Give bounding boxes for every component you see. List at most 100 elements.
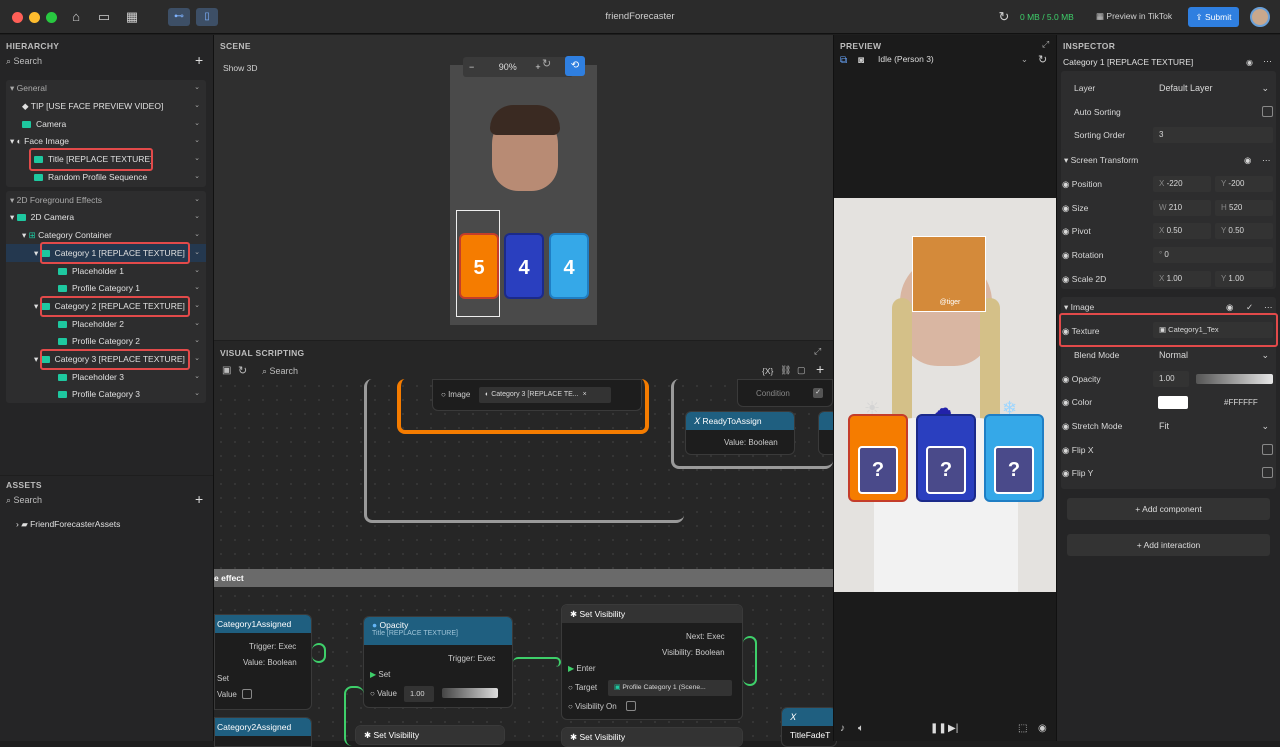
panel-layout-icon[interactable]: ▭ — [96, 9, 112, 25]
opacity-slider[interactable] — [1196, 374, 1273, 384]
comment-group-bar[interactable]: e effect — [214, 569, 833, 587]
refresh-icon[interactable]: ↻ — [996, 9, 1012, 25]
grid-icon[interactable]: ▦ — [124, 9, 140, 25]
add-object-icon[interactable]: + — [195, 52, 203, 68]
opacity-slider[interactable] — [442, 688, 498, 698]
hierarchy-search-input[interactable]: ⌕ Search — [6, 56, 42, 67]
frame-icon[interactable]: ▢ — [797, 365, 806, 376]
cat1-value-checkbox[interactable] — [242, 689, 252, 699]
hierarchy-item-placeholder-2[interactable]: Placeholder 2 ⌄ — [6, 316, 206, 332]
hierarchy-item-placeholder-3[interactable]: Placeholder 3 ⌄ — [6, 369, 206, 385]
scale-x-input[interactable]: X 1.00 — [1153, 271, 1211, 287]
preview-in-tiktok-button[interactable]: ▦ Preview in TikTok — [1096, 11, 1172, 22]
select-region-icon[interactable]: ⬚ — [1018, 723, 1027, 734]
variables-button[interactable]: {X} — [762, 366, 773, 376]
image-node[interactable]: ○ Image ◐ Category 3 [REPLACE TE... × — [432, 379, 642, 411]
opacity-input[interactable]: 1.00 — [1153, 371, 1189, 387]
hierarchy-item-profile-3[interactable]: Profile Category 3 ⌄ — [6, 386, 206, 402]
rotation-input[interactable]: ° 0 — [1153, 247, 1273, 263]
close-window-button[interactable] — [12, 12, 23, 23]
hierarchy-item-profile-2[interactable]: Profile Category 2 ⌄ — [6, 333, 206, 349]
phone-view-icon[interactable]: ▯ — [196, 8, 218, 26]
opacity-number-input[interactable]: 1.00 — [404, 686, 434, 702]
setvis-target-field[interactable]: ▣ Profile Category 1 (Scene... — [608, 680, 732, 696]
opacity-node[interactable]: ● Opacity Title [REPLACE TEXTURE] Trigge… — [363, 616, 513, 708]
hierarchy-item-2d-camera[interactable]: ▾ 2D Camera ⌄ — [6, 209, 206, 225]
assets-search-input[interactable]: ⌕ Search — [6, 495, 42, 506]
screen-transform-header[interactable]: ▾ Screen Transform ◉ ⋯ — [1062, 150, 1276, 170]
flipy-checkbox[interactable] — [1262, 467, 1273, 478]
preview-card-3[interactable]: ? — [984, 414, 1044, 502]
position-y-input[interactable]: Y -200 — [1215, 176, 1273, 192]
next-frame-icon[interactable]: ▶| — [948, 723, 958, 734]
hierarchy-item-camera[interactable]: Camera ⌄ — [6, 116, 206, 132]
add-interaction-button[interactable]: + Add interaction — [1067, 534, 1270, 556]
scene-card-2[interactable]: 4 — [504, 233, 544, 299]
layers-icon[interactable]: ⧉ — [840, 55, 847, 66]
pivot-x-input[interactable]: X 0.50 — [1153, 223, 1211, 239]
scale-y-input[interactable]: Y 1.00 — [1215, 271, 1273, 287]
color-swatch[interactable] — [1158, 396, 1188, 409]
scene-canvas[interactable]: 5 4 4 — [450, 65, 597, 325]
category1-assigned-node[interactable]: Category1Assigned Trigger: Exec Value: B… — [214, 614, 312, 710]
popout-icon[interactable]: ⤢ — [814, 346, 821, 357]
hierarchy-item-tip[interactable]: ◆ TIP [USE FACE PREVIEW VIDEO] ⌄ — [6, 98, 206, 114]
condition-node[interactable]: Condition ✓ — [737, 379, 833, 407]
image-field[interactable]: ◐ Category 3 [REPLACE TE... × — [479, 387, 611, 403]
hierarchy-item-general[interactable]: ▾ General ⌄ — [6, 80, 206, 96]
size-w-input[interactable]: W 210 — [1153, 200, 1211, 216]
graph-panel-icon[interactable]: ▣ — [222, 365, 231, 376]
zoom-out-button[interactable]: − — [469, 62, 474, 72]
color-hex-input[interactable]: #FFFFFF — [1218, 395, 1273, 411]
refresh-graph-icon[interactable]: ↻ — [238, 364, 247, 377]
preview-card-1[interactable]: ? — [848, 414, 908, 502]
show-3d-toggle[interactable]: Show 3D — [223, 63, 258, 73]
blend-mode-dropdown[interactable]: Normal ⌄ — [1153, 347, 1273, 363]
stretch-mode-dropdown[interactable]: Fit ⌄ — [1153, 418, 1273, 434]
refresh-icon[interactable]: ↻ — [1038, 53, 1047, 66]
ready-to-assign-node[interactable]: 𝑋 ReadyToAssign Value: Boolean — [685, 411, 795, 455]
hierarchy-item-random-profile[interactable]: Random Profile Sequence ⌄ — [6, 169, 206, 185]
condition-checkbox[interactable]: ✓ — [813, 388, 823, 398]
zoom-window-button[interactable] — [46, 12, 57, 23]
submit-button[interactable]: ⇪ Submit — [1188, 7, 1239, 27]
record-icon[interactable]: ◉ — [1038, 723, 1047, 734]
flipx-checkbox[interactable] — [1262, 444, 1273, 455]
popout-icon[interactable]: ⤢ — [1042, 39, 1049, 50]
selection-box[interactable] — [456, 210, 500, 317]
position-x-input[interactable]: X -220 — [1153, 176, 1211, 192]
scripting-search-input[interactable]: ⌕ Search — [262, 366, 298, 377]
add-node-icon[interactable]: + — [816, 361, 824, 377]
hierarchy-item-placeholder-1[interactable]: Placeholder 1 ⌄ — [6, 263, 206, 279]
pause-icon[interactable]: ❚❚ — [930, 723, 947, 734]
category2-assigned-node[interactable]: Category2Assigned — [214, 717, 312, 747]
hierarchy-item-category-container[interactable]: ▾ ⊞ Category Container ⌄ — [6, 227, 206, 243]
layer-dropdown[interactable]: Default Layer ⌄ — [1153, 80, 1273, 96]
preview-video-dropdown[interactable]: Idle (Person 3) ⌄ — [878, 54, 1028, 68]
gizmo-toggle-icon[interactable]: ⟲ — [565, 56, 585, 76]
auto-sorting-checkbox[interactable] — [1262, 106, 1273, 117]
setvis-on-checkbox[interactable] — [626, 701, 636, 711]
tiktok-icon[interactable]: ♪ — [840, 723, 845, 734]
reset-view-icon[interactable]: ↻ — [542, 57, 551, 70]
hierarchy-item-2d-foreground[interactable]: ▾ 2D Foreground Effects ⌄ — [6, 192, 206, 208]
hierarchy-item-face-image[interactable]: ▾ ◐ Face Image ⌄ — [6, 133, 206, 149]
zoom-in-button[interactable]: + — [535, 62, 540, 72]
set-visibility-node-2[interactable]: ✱ Set Visibility — [355, 725, 505, 745]
minimize-window-button[interactable] — [29, 12, 40, 23]
hierarchy-link-icon[interactable]: ⛓ — [780, 365, 791, 376]
size-h-input[interactable]: H 520 — [1215, 200, 1273, 216]
more-options-icon[interactable]: ⋯ — [1263, 56, 1272, 67]
visibility-icon[interactable]: ◉ — [1246, 58, 1253, 67]
scene-card-3[interactable]: 4 — [549, 233, 589, 299]
set-visibility-node-3[interactable]: ✱ Set Visibility — [561, 727, 743, 747]
volume-icon[interactable]: 🔈︎ — [858, 723, 864, 734]
pivot-y-input[interactable]: Y 0.50 — [1215, 223, 1273, 239]
title-fade-node[interactable]: 𝑋 TitleFadeT — [781, 707, 837, 747]
camera-icon[interactable]: ◙ — [858, 55, 864, 66]
add-component-button[interactable]: + Add component — [1067, 498, 1270, 520]
avatar[interactable] — [1250, 7, 1270, 27]
hierarchy-item-profile-1[interactable]: Profile Category 1 ⌄ — [6, 280, 206, 296]
graph-view-icon[interactable]: ⊷ — [168, 8, 190, 26]
add-asset-icon[interactable]: + — [195, 491, 203, 507]
